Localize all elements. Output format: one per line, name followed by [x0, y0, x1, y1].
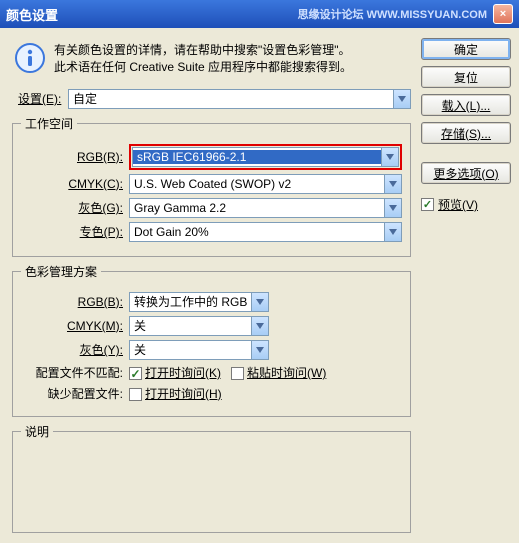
ok-button[interactable]: 确定 — [421, 38, 511, 60]
settings-row: 设置(E): 自定 — [12, 89, 411, 109]
policy-cmyk-value: 关 — [130, 317, 251, 334]
workspace-legend: 工作空间 — [21, 115, 77, 132]
rgb-value: sRGB IEC61966-2.1 — [133, 150, 381, 164]
settings-select[interactable]: 自定 — [68, 89, 411, 109]
reset-button[interactable]: 复位 — [421, 66, 511, 88]
more-options-button[interactable]: 更多选项(O) — [421, 162, 511, 184]
info-icon — [14, 42, 46, 74]
missing-row: 缺少配置文件: 打开时询问(H) — [21, 385, 402, 402]
checkbox-icon: ✓ — [421, 198, 434, 211]
policy-cmyk-label: CMYK(M): — [21, 319, 129, 333]
chevron-down-icon — [384, 199, 401, 217]
chevron-down-icon — [381, 148, 398, 166]
description-group: 说明 — [12, 423, 411, 533]
spot-select[interactable]: Dot Gain 20% — [129, 222, 402, 242]
close-icon[interactable]: × — [493, 4, 513, 24]
policy-cmyk-select[interactable]: 关 — [129, 316, 269, 336]
policy-gray-value: 关 — [130, 341, 251, 358]
policy-rgb-label: RGB(B): — [21, 295, 129, 309]
save-button[interactable]: 存储(S)... — [421, 122, 511, 144]
policy-gray-select[interactable]: 关 — [129, 340, 269, 360]
window-title: 颜色设置 — [6, 5, 298, 24]
info-line1: 有关颜色设置的详情，请在帮助中搜索"设置色彩管理"。 — [54, 42, 352, 59]
spot-value: Dot Gain 20% — [130, 225, 384, 239]
workspace-group: 工作空间 RGB(R): sRGB IEC61966-2.1 CMYK(C): … — [12, 115, 411, 257]
settings-label: 设置(E): — [12, 90, 68, 107]
policy-gray-label: 灰色(Y): — [21, 341, 129, 358]
gray-row: 灰色(G): Gray Gamma 2.2 — [21, 198, 402, 218]
policy-rgb-select[interactable]: 转换为工作中的 RGB — [129, 292, 269, 312]
gray-label: 灰色(G): — [21, 199, 129, 216]
settings-value: 自定 — [69, 90, 393, 107]
policy-group: 色彩管理方案 RGB(B): 转换为工作中的 RGB CMYK(M): 关 灰色… — [12, 263, 411, 417]
left-panel: 有关颜色设置的详情，请在帮助中搜索"设置色彩管理"。 此术语在任何 Creati… — [8, 36, 415, 535]
rgb-row: RGB(R): sRGB IEC61966-2.1 — [21, 144, 402, 170]
missing-open-check[interactable]: 打开时询问(H) — [129, 385, 222, 402]
info-line2: 此术语在任何 Creative Suite 应用程序中都能搜索得到。 — [54, 59, 352, 76]
policy-rgb-value: 转换为工作中的 RGB — [130, 293, 251, 310]
mismatch-open-check[interactable]: ✓打开时询问(K) — [129, 364, 221, 381]
watermark-text: 思缘设计论坛 WWW.MISSYUAN.COM — [298, 6, 487, 22]
chevron-down-icon — [251, 317, 268, 335]
chevron-down-icon — [251, 293, 268, 311]
policy-gray-row: 灰色(Y): 关 — [21, 340, 402, 360]
policy-legend: 色彩管理方案 — [21, 263, 101, 280]
policy-rgb-row: RGB(B): 转换为工作中的 RGB — [21, 292, 402, 312]
preview-label: 预览(V) — [438, 196, 478, 213]
spot-row: 专色(P): Dot Gain 20% — [21, 222, 402, 242]
chevron-down-icon — [393, 90, 410, 108]
spot-label: 专色(P): — [21, 223, 129, 240]
description-legend: 说明 — [21, 423, 53, 440]
window-controls: × — [493, 4, 513, 24]
dialog-body: 有关颜色设置的详情，请在帮助中搜索"设置色彩管理"。 此术语在任何 Creati… — [0, 28, 519, 543]
load-button[interactable]: 载入(L)... — [421, 94, 511, 116]
chevron-down-icon — [384, 223, 401, 241]
info-area: 有关颜色设置的详情，请在帮助中搜索"设置色彩管理"。 此术语在任何 Creati… — [8, 36, 415, 87]
cmyk-select[interactable]: U.S. Web Coated (SWOP) v2 — [129, 174, 402, 194]
missing-label: 缺少配置文件: — [21, 385, 129, 402]
cmyk-label: CMYK(C): — [21, 177, 129, 191]
mismatch-label: 配置文件不匹配: — [21, 364, 129, 381]
mismatch-row: 配置文件不匹配: ✓打开时询问(K) 粘贴时询问(W) — [21, 364, 402, 381]
policy-cmyk-row: CMYK(M): 关 — [21, 316, 402, 336]
gray-value: Gray Gamma 2.2 — [130, 201, 384, 215]
rgb-select[interactable]: sRGB IEC61966-2.1 — [132, 147, 399, 167]
rgb-highlight: sRGB IEC61966-2.1 — [129, 144, 402, 170]
mismatch-paste-check[interactable]: 粘贴时询问(W) — [231, 364, 326, 381]
info-text: 有关颜色设置的详情，请在帮助中搜索"设置色彩管理"。 此术语在任何 Creati… — [54, 42, 352, 77]
titlebar: 颜色设置 思缘设计论坛 WWW.MISSYUAN.COM × — [0, 0, 519, 28]
chevron-down-icon — [251, 341, 268, 359]
rgb-label: RGB(R): — [21, 150, 129, 164]
chevron-down-icon — [384, 175, 401, 193]
cmyk-row: CMYK(C): U.S. Web Coated (SWOP) v2 — [21, 174, 402, 194]
preview-check[interactable]: ✓ 预览(V) — [421, 196, 511, 213]
cmyk-value: U.S. Web Coated (SWOP) v2 — [130, 177, 384, 191]
gray-select[interactable]: Gray Gamma 2.2 — [129, 198, 402, 218]
right-panel: 确定 复位 载入(L)... 存储(S)... 更多选项(O) ✓ 预览(V) — [421, 36, 511, 535]
